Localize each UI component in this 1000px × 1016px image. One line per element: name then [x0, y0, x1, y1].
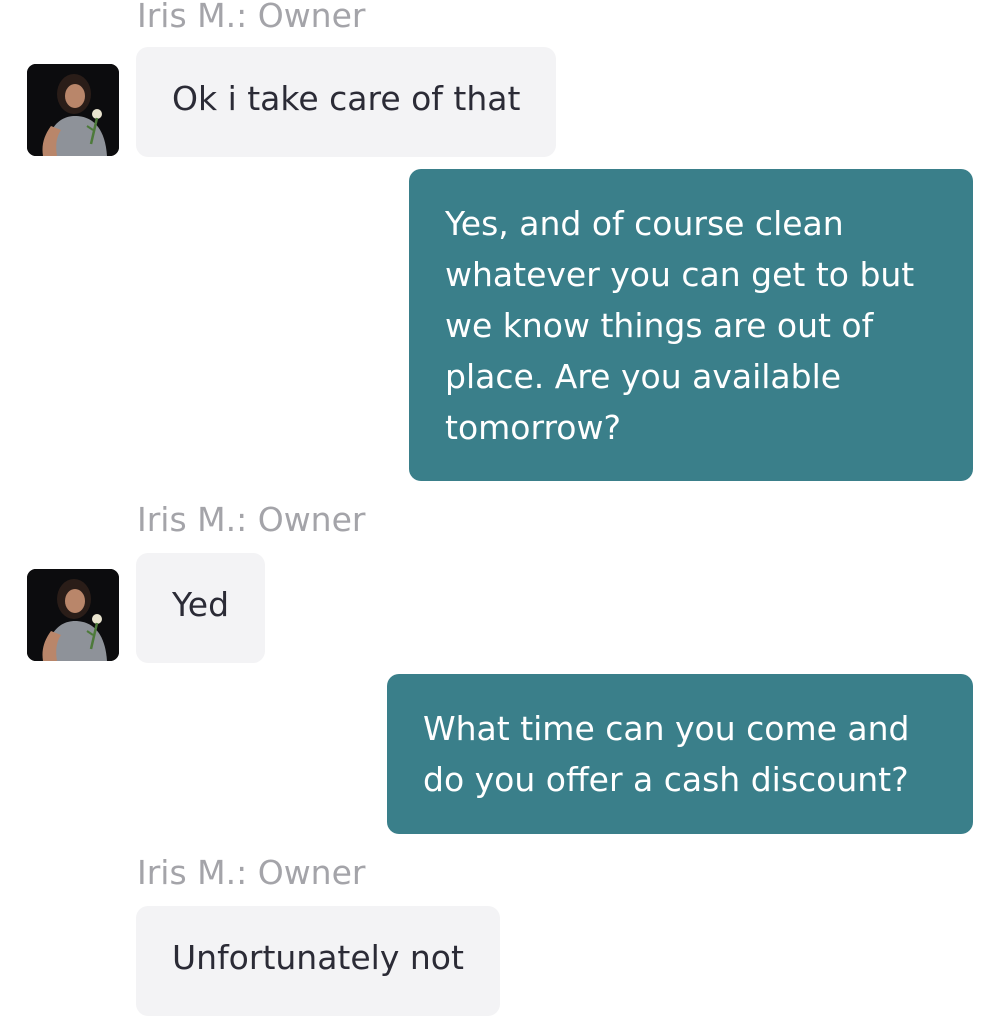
message-text: Yed	[172, 585, 230, 624]
message-line: we know things are out of	[445, 306, 874, 345]
incoming-message-bubble: Yed	[136, 553, 266, 663]
message-line: place. Are you available	[445, 357, 842, 396]
message-line: tomorrow?	[445, 408, 621, 447]
owner-avatar[interactable]	[27, 569, 119, 661]
message-line: whatever you can get to but	[445, 255, 915, 294]
avatar-photo-icon	[27, 569, 119, 661]
incoming-message-bubble: Ok i take care of that	[136, 47, 557, 157]
owner-avatar[interactable]	[27, 64, 119, 156]
message-text: Ok i take care of that	[172, 79, 521, 118]
outgoing-message-bubble: What time can you come and do you offer …	[387, 674, 973, 834]
sender-label: Iris M.: Owner	[137, 0, 366, 35]
message-text: Unfortunately not	[172, 938, 464, 977]
message-line: What time can you come and	[423, 709, 910, 748]
message-line: do you offer a cash discount?	[423, 760, 909, 799]
avatar-photo-icon	[27, 64, 119, 156]
sender-label: Iris M.: Owner	[137, 853, 366, 892]
outgoing-message-bubble: Yes, and of course clean whatever you ca…	[409, 169, 973, 481]
message-line: Yes, and of course clean	[445, 204, 844, 243]
sender-label: Iris M.: Owner	[137, 500, 366, 539]
